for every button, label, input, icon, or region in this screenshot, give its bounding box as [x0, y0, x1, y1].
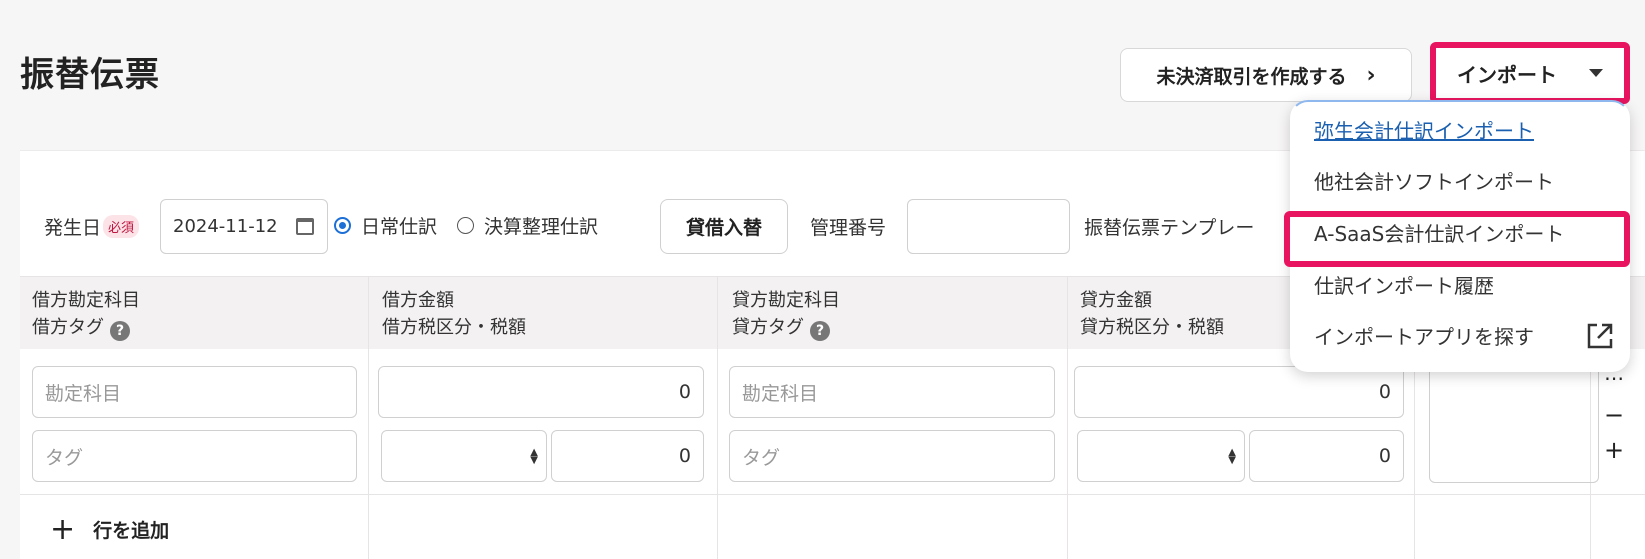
- credit-account-input[interactable]: 勘定科目: [729, 366, 1055, 418]
- column-divider: [1067, 276, 1068, 559]
- credit-tax-amount-input[interactable]: 0: [1249, 430, 1404, 482]
- mgmt-number-label: 管理番号: [810, 217, 887, 239]
- radio-checked-icon[interactable]: [334, 217, 351, 234]
- help-icon[interactable]: ?: [810, 321, 830, 341]
- header-credit-account-line1: 貸方勘定科目: [732, 290, 840, 311]
- import-label: インポート: [1457, 62, 1557, 87]
- header-credit-tax: 貸方税区分・税額: [1080, 317, 1224, 338]
- credit-tag-input[interactable]: タグ: [729, 430, 1055, 482]
- column-divider: [717, 276, 718, 559]
- debit-tag-input[interactable]: タグ: [32, 430, 357, 482]
- menu-item-find-import-app[interactable]: インポートアプリを探す: [1314, 321, 1534, 350]
- row-divider: [20, 494, 1645, 495]
- add-row-label: 行を追加: [93, 520, 170, 542]
- header-debit-account-line1: 借方勘定科目: [32, 290, 140, 311]
- radio-normal-entry[interactable]: 日常仕訳: [334, 212, 437, 239]
- radio-closing-label: 決算整理仕訳: [484, 216, 599, 238]
- date-value: 2024-11-12: [173, 216, 278, 237]
- chevron-right-icon: ›: [1366, 62, 1376, 88]
- radio-closing-entry[interactable]: 決算整理仕訳: [457, 212, 598, 239]
- header-debit-amount: 借方金額 借方税区分・税額: [382, 287, 526, 341]
- debit-tax-amount-input[interactable]: 0: [551, 430, 704, 482]
- menu-item-yayoi-import[interactable]: 弥生会計仕訳インポート: [1314, 115, 1534, 144]
- header-credit-account: 貸方勘定科目 貸方タグ?: [732, 287, 840, 341]
- select-arrows-icon: ▲ ▼: [1228, 447, 1236, 466]
- select-arrows-icon: ▲ ▼: [530, 447, 538, 466]
- radio-normal-label: 日常仕訳: [361, 216, 438, 238]
- column-divider: [368, 276, 369, 559]
- header-credit-amount: 貸方金額 貸方税区分・税額: [1080, 287, 1224, 341]
- debit-amount-input[interactable]: 0: [378, 366, 704, 418]
- radio-unchecked-icon[interactable]: [457, 217, 474, 234]
- date-label: 発生日 必須: [44, 213, 140, 240]
- mgmt-number-input[interactable]: [907, 199, 1070, 254]
- highlight-frame: [1284, 211, 1630, 267]
- menu-item-import-history[interactable]: 仕訳インポート履歴: [1314, 270, 1494, 299]
- debit-account-input[interactable]: 勘定科目: [32, 366, 357, 418]
- template-label: 振替伝票テンプレー: [1084, 217, 1255, 239]
- debit-tax-select[interactable]: ▲ ▼: [381, 430, 547, 482]
- header-debit-amount-line1: 借方金額: [382, 290, 454, 311]
- header-debit-account: 借方勘定科目 借方タグ?: [32, 287, 140, 341]
- create-unsettled-label: 未決済取引を作成する: [1156, 65, 1347, 88]
- add-row-icon[interactable]: +: [1604, 436, 1624, 464]
- header-credit-amount-line1: 貸方金額: [1080, 290, 1152, 311]
- remove-row-icon[interactable]: −: [1604, 401, 1624, 429]
- plus-icon: +: [50, 511, 76, 547]
- external-link-icon: [1587, 323, 1613, 349]
- header-debit-tax: 借方税区分・税額: [382, 317, 526, 338]
- date-input[interactable]: 2024-11-12: [160, 199, 328, 254]
- required-badge: 必須: [103, 215, 140, 238]
- swap-debit-credit-button[interactable]: 貸借入替: [660, 199, 788, 254]
- create-unsettled-button[interactable]: 未決済取引を作成する ›: [1120, 48, 1412, 102]
- page-title: 振替伝票: [20, 55, 160, 95]
- import-button[interactable]: インポート: [1430, 42, 1630, 104]
- credit-amount-input[interactable]: 0: [1074, 366, 1404, 418]
- date-label-text: 発生日: [44, 217, 102, 239]
- header-credit-tag: 貸方タグ: [732, 317, 804, 338]
- calendar-icon[interactable]: [295, 218, 314, 235]
- credit-tax-select[interactable]: ▲ ▼: [1077, 430, 1245, 482]
- help-icon[interactable]: ?: [110, 321, 130, 341]
- add-row-button[interactable]: + 行を追加: [50, 511, 170, 547]
- caret-down-icon: [1589, 69, 1603, 77]
- header-debit-tag: 借方タグ: [32, 317, 104, 338]
- menu-item-other-software-import[interactable]: 他社会計ソフトインポート: [1314, 166, 1554, 195]
